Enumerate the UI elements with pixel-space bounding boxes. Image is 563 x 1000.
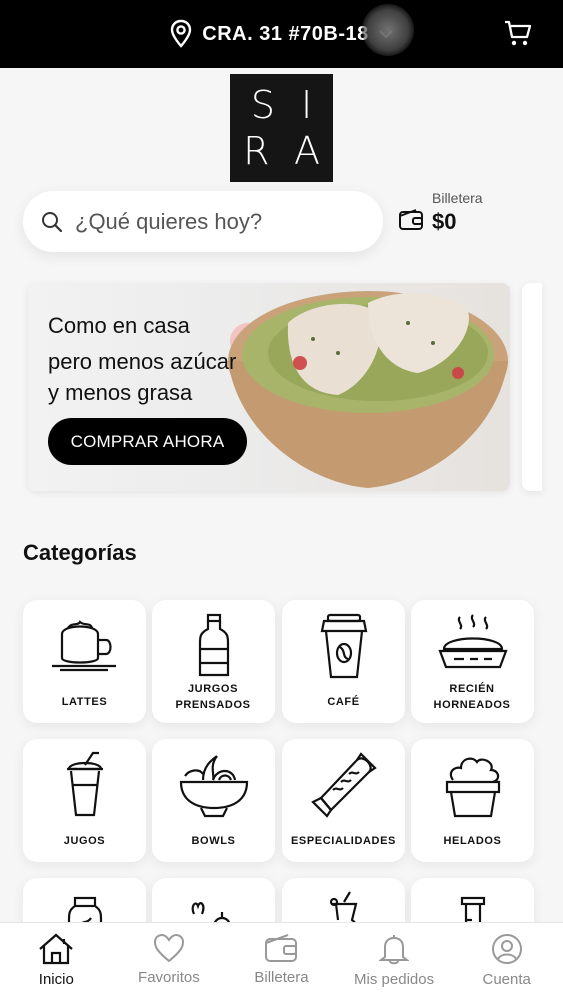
- wallet-icon: [399, 209, 423, 230]
- nav-label: Inicio: [38, 971, 74, 988]
- wallet-label: Billetera: [432, 190, 483, 206]
- promo-banner[interactable]: Como en casa pero menos azúcar y menos g…: [28, 283, 510, 491]
- category-cafe[interactable]: CAFÉ: [282, 600, 405, 723]
- touch-indicator: [362, 4, 414, 56]
- address-text: CRA. 31 #70B-18: [202, 22, 369, 45]
- latte-cup-icon: [51, 619, 116, 671]
- nav-label: Billetera: [254, 969, 309, 986]
- location-pin-icon: [171, 19, 192, 48]
- logo-line-2: RA: [243, 129, 346, 173]
- nav-item-inicio[interactable]: Inicio: [0, 923, 113, 1000]
- buy-now-button[interactable]: COMPRAR AHORA: [48, 418, 247, 465]
- nav-label: Cuenta: [482, 971, 531, 988]
- home-icon: [39, 933, 74, 965]
- category-label: RECIÉN HORNEADOS: [433, 683, 511, 711]
- cart-icon[interactable]: [503, 18, 533, 48]
- category-label: JURGOS PRENSADOS: [175, 683, 251, 711]
- nav-item-billetera[interactable]: Billetera: [225, 923, 338, 1000]
- salad-bowl-image: [228, 291, 508, 488]
- category-jugos[interactable]: JUGOS: [23, 739, 146, 862]
- category-jurgos-prensados[interactable]: JURGOS PRENSADOS: [152, 600, 275, 723]
- banner-line-3: y menos grasa: [48, 380, 193, 405]
- category-label: HELADOS: [443, 835, 502, 847]
- category-label: LATTES: [61, 696, 108, 708]
- user-icon: [491, 934, 522, 964]
- juice-bottle-icon: [198, 613, 229, 676]
- nav-label: Mis pedidos: [354, 971, 435, 988]
- nav-item-favoritos[interactable]: Favoritos: [113, 923, 226, 1000]
- brand-logo: SI RA: [230, 74, 333, 182]
- wallet-value: $0: [432, 209, 457, 234]
- nav-label: Favoritos: [138, 969, 200, 986]
- category-label: JUGOS: [63, 835, 106, 847]
- categories-title: Categorías: [23, 540, 137, 565]
- search-bar[interactable]: [23, 191, 383, 252]
- pie-icon: [437, 613, 508, 668]
- smoothie-cup-icon: [66, 751, 103, 816]
- coffee-cup-icon: [320, 613, 367, 678]
- wrap-icon: [310, 751, 377, 818]
- category-especialidades[interactable]: ESPECIALIDADES: [282, 739, 405, 862]
- nav-item-cuenta[interactable]: Cuenta: [450, 923, 563, 1000]
- nav-item-mis-pedidos[interactable]: Mis pedidos: [338, 923, 451, 1000]
- wallet-icon: [265, 934, 298, 962]
- banner-line-1: Como en casa: [48, 313, 190, 338]
- address-selector[interactable]: CRA. 31 #70B-18: [170, 19, 393, 49]
- search-input[interactable]: [75, 208, 355, 235]
- category-label: BOWLS: [191, 835, 236, 847]
- category-recien-horneados[interactable]: RECIÉN HORNEADOS: [411, 600, 534, 723]
- search-icon: [42, 211, 63, 232]
- bottom-navigation: Inicio Favoritos Billetera Mis pedidos C…: [0, 922, 563, 1000]
- category-helados[interactable]: HELADOS: [411, 739, 534, 862]
- wallet-balance[interactable]: Billetera $0: [398, 188, 508, 240]
- ice-cream-icon: [445, 757, 500, 817]
- bell-icon: [379, 935, 410, 965]
- logo-line-1: SI: [250, 83, 339, 127]
- top-bar: CRA. 31 #70B-18: [0, 0, 563, 68]
- heart-icon: [153, 933, 184, 963]
- category-lattes[interactable]: LATTES: [23, 600, 146, 723]
- next-banner-peek[interactable]: [522, 283, 542, 491]
- category-label: CAFÉ: [327, 696, 360, 708]
- bowl-icon: [179, 754, 248, 817]
- category-label: ESPECIALIDADES: [291, 835, 396, 847]
- category-bowls[interactable]: BOWLS: [152, 739, 275, 862]
- banner-line-2: pero menos azúcar: [48, 349, 237, 374]
